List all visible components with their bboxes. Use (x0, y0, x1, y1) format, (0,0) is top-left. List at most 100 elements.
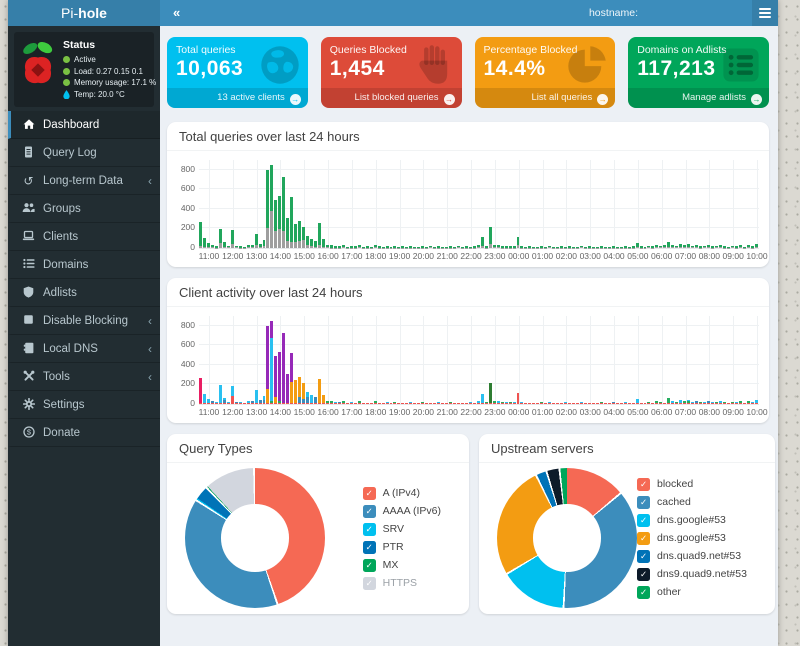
query-bar[interactable] (270, 160, 273, 248)
query-bar[interactable] (647, 316, 650, 404)
query-bar[interactable] (255, 316, 258, 404)
query-bar[interactable] (727, 316, 730, 404)
query-bar[interactable] (294, 160, 297, 248)
query-bar[interactable] (548, 316, 551, 404)
query-bar[interactable] (513, 316, 516, 404)
query-bar[interactable] (461, 316, 464, 404)
sidebar-item-disable-blocking[interactable]: Disable Blocking‹ (8, 307, 160, 335)
query-bar[interactable] (651, 316, 654, 404)
query-bar[interactable] (517, 160, 520, 248)
total-queries-chart[interactable]: 020040060080011:0012:0013:0014:0015:0016… (167, 151, 769, 267)
query-bar[interactable] (659, 160, 662, 248)
query-bar[interactable] (429, 160, 432, 248)
query-bar[interactable] (576, 316, 579, 404)
query-bar[interactable] (247, 160, 250, 248)
query-bar[interactable] (330, 316, 333, 404)
query-bar[interactable] (362, 316, 365, 404)
query-bar[interactable] (227, 316, 230, 404)
query-bar[interactable] (457, 160, 460, 248)
query-bar[interactable] (477, 160, 480, 248)
query-bar[interactable] (604, 316, 607, 404)
legend-item[interactable]: ✓dns.google#53 (637, 514, 747, 527)
legend-item[interactable]: ✓dns.google#53 (637, 532, 747, 545)
query-bar[interactable] (203, 316, 206, 404)
query-bar[interactable] (322, 160, 325, 248)
query-bar[interactable] (290, 316, 293, 404)
query-bar[interactable] (306, 316, 309, 404)
query-bar[interactable] (294, 316, 297, 404)
query-bar[interactable] (266, 316, 269, 404)
query-bar[interactable] (330, 160, 333, 248)
query-bar[interactable] (481, 160, 484, 248)
query-bar[interactable] (274, 316, 277, 404)
query-bar[interactable] (473, 160, 476, 248)
sidebar-item-domains[interactable]: Domains (8, 251, 160, 279)
query-bar[interactable] (235, 316, 238, 404)
query-bar[interactable] (469, 160, 472, 248)
query-bar[interactable] (663, 316, 666, 404)
query-bar[interactable] (536, 316, 539, 404)
query-bar[interactable] (362, 160, 365, 248)
query-bar[interactable] (540, 160, 543, 248)
query-bar[interactable] (528, 316, 531, 404)
query-bar[interactable] (219, 316, 222, 404)
query-bar[interactable] (735, 316, 738, 404)
query-bar[interactable] (636, 160, 639, 248)
query-bar[interactable] (441, 316, 444, 404)
sidebar-item-long-term-data[interactable]: ↺Long-term Data‹ (8, 167, 160, 195)
query-bar[interactable] (568, 160, 571, 248)
legend-item[interactable]: ✓MX (363, 559, 441, 572)
query-bar[interactable] (409, 160, 412, 248)
query-bar[interactable] (485, 316, 488, 404)
legend-item[interactable]: ✓AAAA (IPv6) (363, 505, 441, 518)
query-bar[interactable] (739, 316, 742, 404)
query-types-donut-chart[interactable] (185, 468, 325, 608)
query-bar[interactable] (334, 160, 337, 248)
legend-item[interactable]: ✓blocked (637, 478, 747, 491)
query-bar[interactable] (600, 316, 603, 404)
query-bar[interactable] (354, 160, 357, 248)
query-bar[interactable] (393, 316, 396, 404)
query-bar[interactable] (239, 160, 242, 248)
sidebar-item-groups[interactable]: Groups (8, 195, 160, 223)
query-bar[interactable] (413, 316, 416, 404)
query-bar[interactable] (215, 316, 218, 404)
query-bar[interactable] (382, 316, 385, 404)
query-bar[interactable] (318, 316, 321, 404)
query-bar[interactable] (683, 316, 686, 404)
query-bar[interactable] (421, 160, 424, 248)
query-bar[interactable] (564, 316, 567, 404)
sidebar-item-clients[interactable]: Clients (8, 223, 160, 251)
query-bar[interactable] (747, 316, 750, 404)
query-bar[interactable] (552, 316, 555, 404)
query-bar[interactable] (723, 160, 726, 248)
query-bar[interactable] (425, 316, 428, 404)
query-bar[interactable] (469, 316, 472, 404)
query-bar[interactable] (314, 316, 317, 404)
query-bar[interactable] (699, 316, 702, 404)
query-bar[interactable] (386, 160, 389, 248)
legend-item[interactable]: ✓dns.quad9.net#53 (637, 550, 747, 563)
query-bar[interactable] (655, 316, 658, 404)
query-bar[interactable] (441, 160, 444, 248)
query-bar[interactable] (445, 316, 448, 404)
query-bar[interactable] (342, 160, 345, 248)
query-bar[interactable] (596, 316, 599, 404)
query-bar[interactable] (509, 316, 512, 404)
query-bar[interactable] (544, 316, 547, 404)
query-bar[interactable] (473, 316, 476, 404)
query-bar[interactable] (624, 316, 627, 404)
query-bar[interactable] (620, 160, 623, 248)
legend-item[interactable]: ✓SRV (363, 523, 441, 536)
query-bar[interactable] (588, 160, 591, 248)
query-bar[interactable] (632, 316, 635, 404)
query-bar[interactable] (640, 316, 643, 404)
query-bar[interactable] (310, 316, 313, 404)
query-bar[interactable] (727, 160, 730, 248)
query-bar[interactable] (532, 316, 535, 404)
query-bar[interactable] (497, 160, 500, 248)
query-bar[interactable] (453, 316, 456, 404)
hamburger-menu-icon[interactable] (752, 0, 778, 26)
query-bar[interactable] (378, 160, 381, 248)
legend-item[interactable]: ✓cached (637, 496, 747, 509)
